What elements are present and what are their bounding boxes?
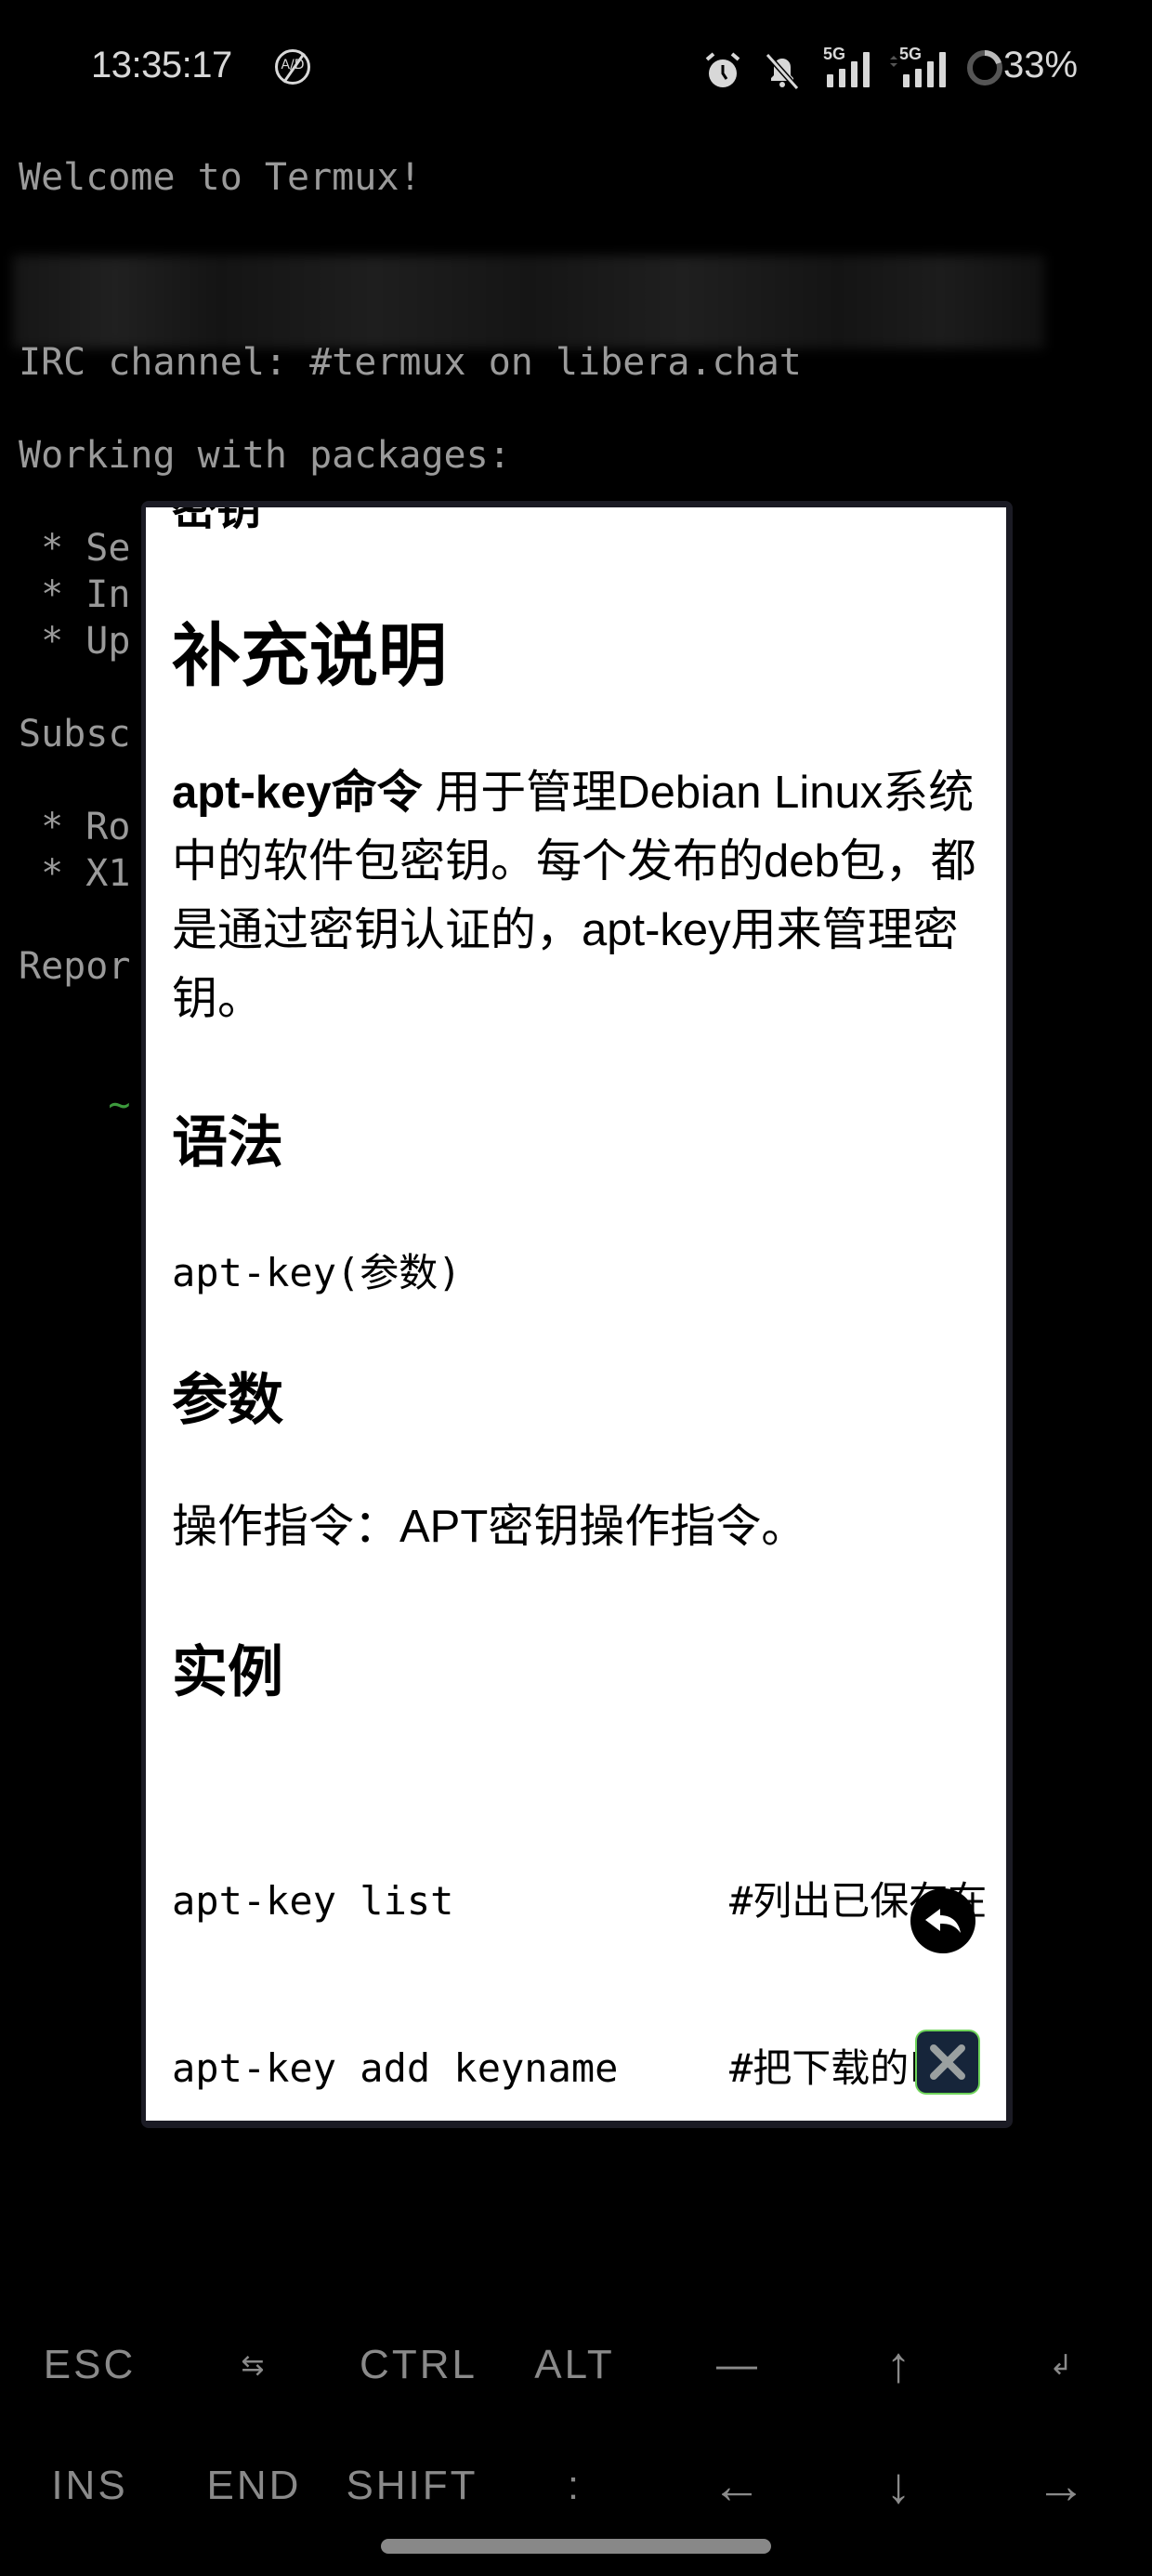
battery-percent: 33%: [1003, 45, 1079, 85]
terminal-pkg-item: * In: [19, 573, 131, 616]
reply-arrow-icon: [925, 1909, 961, 1933]
heading-params: 参数: [172, 1368, 283, 1433]
key-shift[interactable]: SHIFT: [330, 2425, 494, 2546]
key-esc[interactable]: ESC: [7, 2305, 172, 2425]
key-colon[interactable]: :: [492, 2425, 657, 2546]
example-row: apt-key add keyname #把下载的key: [172, 2045, 980, 2091]
key-down[interactable]: ↓: [818, 2425, 982, 2546]
help-dialog[interactable]: 密钥 补充说明 apt-key命令 用于管理Debian Linux系统中的软件…: [146, 507, 1006, 2121]
terminal-welcome: Welcome to Termux!: [19, 156, 422, 199]
example-row: apt-key list #列出已保存在: [172, 1878, 988, 1924]
key-dash[interactable]: —: [656, 2305, 820, 2425]
heading-examples: 实例: [172, 1640, 283, 1705]
heading-supplement: 补充说明: [172, 616, 447, 696]
cutoff-heading: 密钥: [172, 507, 262, 535]
close-button[interactable]: [917, 2031, 978, 2093]
key-ctrl[interactable]: CTRL: [336, 2305, 501, 2425]
terminal-sub-item: * Ro: [19, 806, 131, 848]
close-icon: [930, 2044, 965, 2080]
ad-blocker-icon: A/D: [275, 49, 310, 85]
signal-5g-sim2-icon: 5G: [890, 45, 949, 87]
key-tab[interactable]: ⇆: [172, 2305, 336, 2425]
back-button[interactable]: [910, 1888, 975, 1953]
terminal-sub-item: * X1: [19, 852, 131, 895]
terminal-subscribe: Subsc: [19, 713, 131, 756]
terminal-working-packages: Working with packages:: [19, 434, 511, 477]
terminal-pkg-item: * Up: [19, 620, 131, 663]
intro-paragraph: apt-key命令 用于管理Debian Linux系统中的软件包密钥。每个发布…: [172, 758, 989, 1033]
extra-keys-bar: ESC ⇆ CTRL ALT — ↑ ↲ INS END SHIFT : ← ↓…: [0, 2305, 1152, 2546]
status-bar: 13:35:17 A/D 5G 5G 33%: [0, 0, 1152, 139]
intro-command: apt-key命令: [172, 768, 423, 818]
key-enter[interactable]: ↲: [980, 2305, 1145, 2425]
key-end[interactable]: END: [172, 2425, 336, 2546]
gesture-nav-handle[interactable]: [381, 2539, 771, 2554]
terminal-report: Repor: [19, 945, 131, 988]
key-ins[interactable]: INS: [7, 2425, 172, 2546]
key-left[interactable]: ←: [656, 2425, 820, 2546]
signal-5g-sim1-icon: 5G: [823, 45, 875, 87]
status-time: 13:35:17: [91, 45, 232, 85]
heading-syntax: 语法: [172, 1111, 283, 1176]
notifications-muted-icon: [765, 53, 800, 90]
battery-ring-icon: [967, 50, 1002, 85]
redacted-text: [13, 256, 1044, 348]
prompt-tilde: ~: [108, 1084, 131, 1126]
terminal-irc: IRC channel: #termux on libera.chat: [19, 341, 802, 384]
key-right[interactable]: →: [980, 2425, 1145, 2546]
key-alt[interactable]: ALT: [492, 2305, 657, 2425]
syntax-code: apt-key(参数): [172, 1250, 462, 1295]
params-text: 操作指令：APT密钥操作指令。: [172, 1502, 807, 1552]
terminal-pkg-item: * Se: [19, 527, 131, 570]
alarm-icon: [705, 52, 740, 87]
key-up[interactable]: ↑: [818, 2305, 982, 2425]
examples-code-block[interactable]: apt-key list #列出已保存在 apt-key add keyname #…: [172, 1762, 988, 2121]
